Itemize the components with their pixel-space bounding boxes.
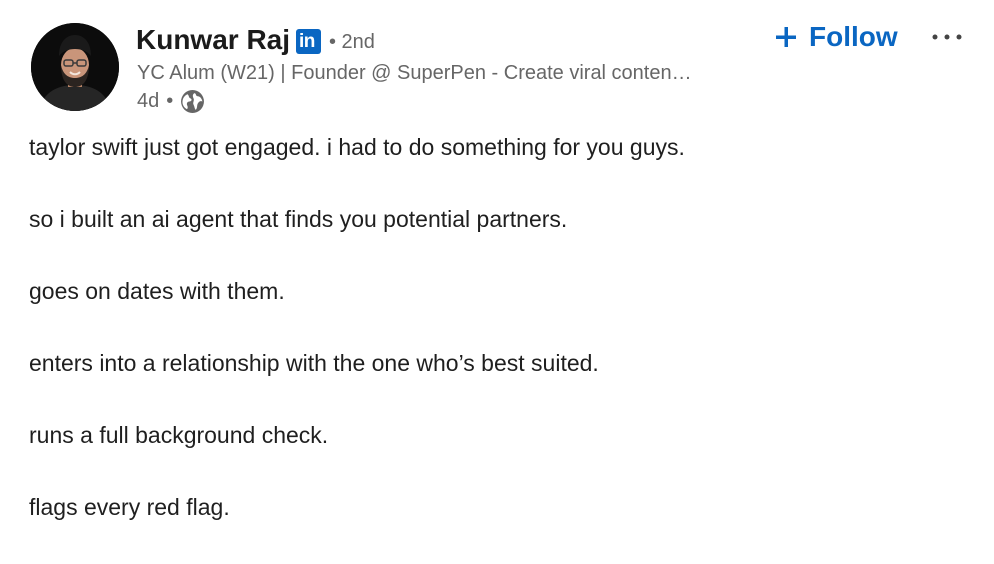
feed-post: Kunwar Raj in • 2nd YC Alum (W21) | Foun… — [0, 0, 994, 564]
follow-label: Follow — [809, 21, 898, 52]
follow-button[interactable]: Follow — [774, 19, 898, 55]
author-name[interactable]: Kunwar Raj — [136, 23, 290, 57]
post-text-line: flags every red flag. — [29, 494, 230, 520]
post-text-line: enters into a relationship with the one … — [29, 350, 599, 376]
post-text-line: so i built an ai agent that finds you po… — [29, 206, 568, 232]
more-options-button[interactable] — [930, 27, 964, 47]
post-meta: 4d • — [137, 88, 205, 114]
more-horizontal-icon — [932, 34, 962, 40]
linkedin-badge-text: in — [299, 31, 315, 52]
post-body: taylor swift just got engaged. i had to … — [29, 129, 969, 561]
post-time: 4d — [137, 89, 160, 112]
author-avatar[interactable] — [31, 23, 119, 111]
connection-degree: • 2nd — [329, 31, 375, 53]
avatar-photo — [31, 23, 119, 111]
post-text-line: goes on dates with them. — [29, 278, 285, 304]
plus-icon — [776, 27, 796, 47]
author-headline[interactable]: YC Alum (W21) | Founder @ SuperPen - Cre… — [137, 60, 757, 86]
linkedin-premium-badge-icon: in — [296, 29, 321, 54]
globe-icon — [181, 89, 205, 113]
post-text-line: taylor swift just got engaged. i had to … — [29, 134, 685, 160]
post-text-line: runs a full background check. — [29, 422, 329, 448]
meta-separator: • — [166, 89, 174, 112]
